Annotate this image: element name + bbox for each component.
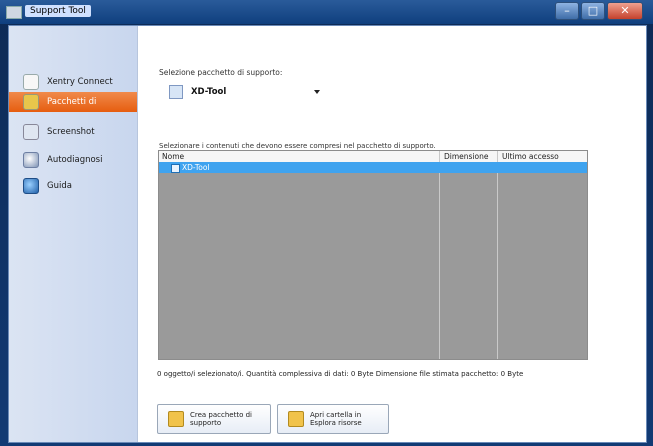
open-folder-label: Apri cartella in Esplora risorse [310, 411, 362, 427]
selection-status: 0 oggetto/i selezionato/i. Quantità comp… [157, 370, 524, 378]
folder-icon [288, 411, 304, 427]
list-item[interactable]: XD-Tool [159, 162, 587, 173]
sidebar-item-xentry-connect[interactable]: Xentry Connect [9, 72, 137, 92]
column-divider [439, 151, 440, 359]
sidebar-item-label: Pacchetti di [47, 97, 97, 107]
contents-list[interactable]: Nome Dimensione Ultimo accesso XD-Tool [158, 150, 588, 360]
title-bar[interactable]: Support Tool – □ ✕ [0, 0, 653, 24]
package-selected-value: XD-Tool [191, 87, 227, 97]
package-icon [23, 94, 39, 110]
column-header-nome[interactable]: Nome [162, 152, 184, 161]
screenshot-icon [23, 124, 39, 140]
maximize-button[interactable]: □ [581, 2, 605, 20]
application-window: Support Tool – □ ✕ Xentry Connect Pacche… [0, 0, 653, 446]
info-icon [23, 74, 39, 90]
contents-instruction-label: Selezionare i contenuti che devono esser… [159, 142, 436, 150]
app-icon [6, 6, 22, 19]
package-dropdown[interactable]: XD-Tool [169, 82, 320, 102]
sidebar-item-label: Autodiagnosi [47, 155, 103, 165]
column-header-dimensione[interactable]: Dimensione [444, 152, 488, 161]
sidebar: Xentry Connect Pacchetti di Screenshot A… [9, 26, 138, 442]
package-file-icon [169, 85, 183, 99]
window-title: Support Tool [25, 5, 91, 17]
help-icon [23, 178, 39, 194]
chevron-down-icon [314, 90, 320, 94]
main-panel: Selezione pacchetto di supporto: XD-Tool… [153, 26, 644, 442]
minimize-button[interactable]: – [555, 2, 579, 20]
sidebar-item-label: Screenshot [47, 127, 95, 137]
item-name: XD-Tool [182, 163, 210, 172]
create-package-label: Crea pacchetto di supporto [190, 411, 252, 427]
sidebar-item-pacchetti[interactable]: Pacchetti di [9, 92, 137, 112]
sidebar-item-autodiagnosi[interactable]: Autodiagnosi [9, 150, 137, 170]
column-divider [497, 151, 498, 359]
open-folder-button[interactable]: Apri cartella in Esplora risorse [277, 404, 389, 434]
sidebar-item-label: Guida [47, 181, 72, 191]
create-package-button[interactable]: Crea pacchetto di supporto [157, 404, 271, 434]
sidebar-item-guida[interactable]: Guida [9, 176, 137, 196]
column-header-ultimo-accesso[interactable]: Ultimo accesso [502, 152, 559, 161]
diagnostic-icon [23, 152, 39, 168]
sidebar-item-screenshot[interactable]: Screenshot [9, 122, 137, 142]
item-checkbox[interactable] [171, 164, 180, 173]
client-area: Xentry Connect Pacchetti di Screenshot A… [8, 25, 647, 443]
sidebar-item-label: Xentry Connect [47, 77, 113, 87]
window-controls: – □ ✕ [555, 2, 643, 20]
close-button[interactable]: ✕ [607, 2, 643, 20]
package-selection-label: Selezione pacchetto di supporto: [159, 68, 283, 77]
create-package-icon [168, 411, 184, 427]
